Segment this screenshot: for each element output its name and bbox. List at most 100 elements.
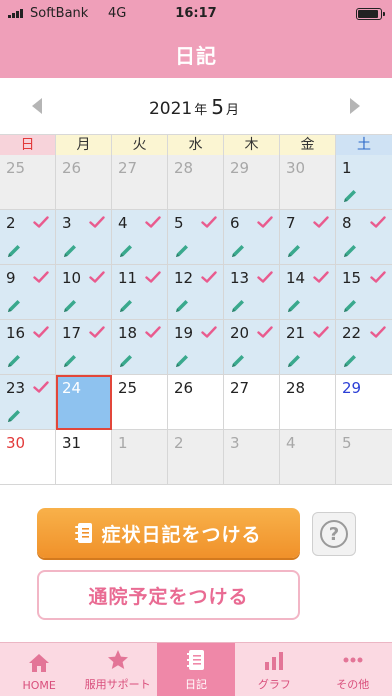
tab-home[interactable]: HOME [0, 643, 78, 696]
calendar-day[interactable]: 1 [112, 430, 168, 485]
calendar-day[interactable]: 3 [224, 430, 280, 485]
calendar-day[interactable]: 2 [0, 210, 56, 265]
calendar-day[interactable]: 14 [280, 265, 336, 320]
calendar-day[interactable]: 23 [0, 375, 56, 430]
check-icon [33, 326, 49, 338]
calendar-day[interactable]: 25 [0, 155, 56, 210]
calendar-day[interactable]: 22 [336, 320, 392, 375]
calendar-day[interactable]: 4 [112, 210, 168, 265]
calendar-day[interactable]: 25 [112, 375, 168, 430]
calendar-day[interactable]: 2 [168, 430, 224, 485]
check-icon [257, 326, 273, 338]
calendar-day[interactable]: 18 [112, 320, 168, 375]
calendar-day[interactable]: 30 [0, 430, 56, 485]
tab-bar: HOME 服用サポート 日記 グラフ その他 [0, 642, 392, 696]
next-month-button[interactable] [350, 98, 360, 114]
day-number: 25 [6, 159, 26, 177]
calendar-day[interactable]: 4 [280, 430, 336, 485]
calendar-day[interactable]: 27 [112, 155, 168, 210]
calendar-day[interactable]: 13 [224, 265, 280, 320]
day-number: 28 [286, 379, 306, 397]
check-icon [257, 271, 273, 283]
day-number: 27 [118, 159, 138, 177]
check-icon [89, 326, 105, 338]
navigation-bar: 日記 [0, 28, 392, 78]
calendar-day[interactable]: 29 [336, 375, 392, 430]
calendar-day[interactable]: 9 [0, 265, 56, 320]
pencil-icon [120, 245, 132, 257]
calendar-day[interactable]: 28 [168, 155, 224, 210]
day-number: 1 [342, 159, 352, 177]
calendar-day[interactable]: 30 [280, 155, 336, 210]
star-icon [107, 650, 128, 669]
calendar-day[interactable]: 12 [168, 265, 224, 320]
day-number: 14 [286, 269, 306, 287]
pencil-icon [176, 300, 188, 312]
pencil-icon [64, 300, 76, 312]
day-number: 3 [62, 214, 72, 232]
tab-diary[interactable]: 日記 [156, 643, 236, 696]
day-number: 7 [286, 214, 296, 232]
day-number: 26 [62, 159, 82, 177]
calendar-day[interactable]: 16 [0, 320, 56, 375]
home-icon [29, 654, 50, 672]
day-number: 19 [174, 324, 194, 342]
day-number: 4 [118, 214, 128, 232]
tab-graph[interactable]: グラフ [235, 643, 313, 696]
calendar-day[interactable]: 11 [112, 265, 168, 320]
check-icon [33, 271, 49, 283]
weekday-header: 日 月 火 水 木 金 土 [0, 134, 392, 155]
calendar-day[interactable]: 10 [56, 265, 112, 320]
day-number: 29 [230, 159, 250, 177]
day-number: 30 [6, 434, 26, 452]
tab-medication-support[interactable]: 服用サポート [78, 643, 156, 696]
notebook-icon [75, 523, 93, 543]
calendar-day[interactable]: 17 [56, 320, 112, 375]
calendar-day[interactable]: 19 [168, 320, 224, 375]
calendar-day[interactable]: 21 [280, 320, 336, 375]
month-value: 5 [211, 95, 224, 119]
calendar-grid: 25 26 27 28 29 30 1 2 3 4 5 6 7 8 9 10 11 12 13 14 15 16 17 18 1… [0, 155, 392, 486]
calendar-day[interactable]: 1 [336, 155, 392, 210]
day-number: 31 [62, 434, 82, 452]
calendar-day[interactable]: 5 [168, 210, 224, 265]
calendar-day[interactable]: 29 [224, 155, 280, 210]
pencil-icon [288, 300, 300, 312]
pencil-icon [120, 300, 132, 312]
calendar-day[interactable]: 27 [224, 375, 280, 430]
pencil-icon [344, 300, 356, 312]
day-number: 2 [6, 214, 16, 232]
calendar-day[interactable]: 15 [336, 265, 392, 320]
weekday-wednesday: 水 [168, 135, 224, 155]
tab-label: 服用サポート [84, 678, 151, 691]
calendar-day[interactable]: 20 [224, 320, 280, 375]
calendar-day-selected[interactable]: 24 [56, 375, 112, 430]
day-number: 25 [118, 379, 138, 397]
calendar-day[interactable]: 3 [56, 210, 112, 265]
calendar-day[interactable]: 7 [280, 210, 336, 265]
notebook-icon [186, 650, 204, 670]
calendar-day[interactable]: 5 [336, 430, 392, 485]
day-number: 17 [62, 324, 82, 342]
visit-plan-button[interactable]: 通院予定をつける [37, 570, 300, 620]
tab-other[interactable]: その他 [314, 643, 392, 696]
calendar-day[interactable]: 26 [56, 155, 112, 210]
check-icon [33, 216, 49, 228]
check-icon [201, 326, 217, 338]
month-navigator: 2021 年 5 月 [0, 78, 392, 134]
calendar-day[interactable]: 6 [224, 210, 280, 265]
day-number: 5 [342, 434, 352, 452]
calendar-day[interactable]: 31 [56, 430, 112, 485]
day-number: 18 [118, 324, 138, 342]
visit-plan-label: 通院予定をつける [88, 585, 249, 608]
calendar-day[interactable]: 8 [336, 210, 392, 265]
pencil-icon [344, 190, 356, 202]
help-button[interactable]: ? [312, 512, 356, 556]
check-icon [313, 326, 329, 338]
check-icon [370, 271, 386, 283]
symptom-diary-button[interactable]: 症状日記をつける [37, 508, 300, 558]
pencil-icon [8, 300, 20, 312]
calendar-day[interactable]: 26 [168, 375, 224, 430]
day-number: 30 [286, 159, 306, 177]
calendar-day[interactable]: 28 [280, 375, 336, 430]
